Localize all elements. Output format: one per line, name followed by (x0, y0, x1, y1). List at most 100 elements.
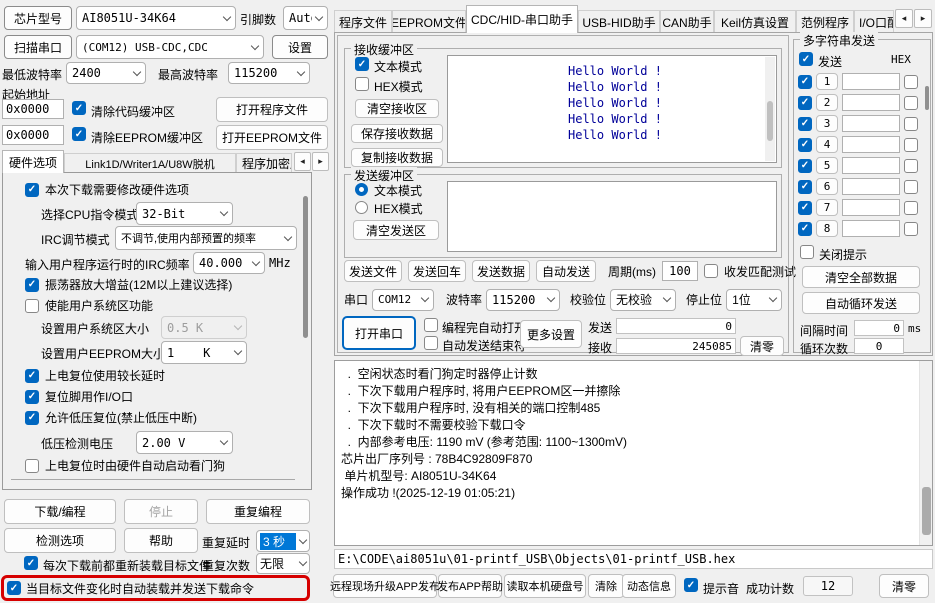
send-text-mode-radio[interactable] (355, 183, 368, 196)
baud-select[interactable]: 115200 (486, 289, 560, 311)
long-delay-checkbox[interactable]: ✓ (25, 369, 39, 383)
receive-scrollbar-thumb[interactable] (767, 101, 773, 141)
tab-scroll-left-button[interactable]: ◂ (294, 152, 311, 171)
clear-eeprom-buffer-checkbox[interactable]: ✓ (72, 127, 86, 141)
open-program-file-button[interactable]: 打开程序文件 (216, 97, 328, 122)
chip-model-select[interactable]: AI8051U-34K64 (76, 6, 236, 30)
period-value[interactable] (666, 264, 694, 278)
reload-before-download-checkbox[interactable]: ✓ (24, 556, 38, 570)
serial-port-select[interactable]: (COM12) USB-CDC,CDC (76, 35, 264, 59)
multisend-send-all-checkbox[interactable]: ✓ (799, 52, 813, 66)
code-start-address-input[interactable] (2, 99, 64, 119)
chip-model-button[interactable]: 芯片型号 (4, 6, 72, 30)
multisend-number-button[interactable]: 2 (816, 94, 838, 111)
receive-buffer-textarea[interactable]: Hello World ! Hello World ! Hello World … (447, 55, 777, 163)
pin-count-select[interactable]: Auto (283, 6, 328, 30)
reset-success-count-button[interactable]: 清零 (879, 574, 929, 598)
eeprom-size-select[interactable]: 1 K (161, 341, 247, 364)
send-enter-button[interactable]: 发送回车 (408, 260, 466, 282)
multisend-input[interactable] (842, 94, 900, 111)
clear-code-buffer-checkbox[interactable]: ✓ (72, 101, 86, 115)
osc-gain-checkbox[interactable]: ✓ (25, 278, 39, 292)
multisend-input[interactable] (842, 199, 900, 216)
clear-button[interactable]: 清除 (588, 574, 624, 598)
loop-count-field[interactable]: 0 (854, 338, 904, 354)
eeprom-start-address-input[interactable] (2, 125, 64, 145)
multisend-number-button[interactable]: 4 (816, 136, 838, 153)
com-port-select[interactable]: COM12 (372, 289, 434, 311)
tab-program-encrypt[interactable]: 程序加密后 (236, 153, 292, 173)
max-baud-select[interactable]: 115200 (228, 62, 310, 84)
multisend-input[interactable] (842, 178, 900, 195)
log-scrollbar-thumb[interactable] (922, 487, 931, 535)
multisend-number-button[interactable]: 1 (816, 73, 838, 90)
multisend-number-button[interactable]: 5 (816, 157, 838, 174)
irc-freq-select[interactable]: 40.000 (193, 252, 265, 274)
period-input[interactable] (662, 261, 698, 281)
multisend-number-button[interactable]: 8 (816, 220, 838, 237)
tab-usb-hid[interactable]: USB-HID助手 (578, 10, 660, 33)
tab-io-config[interactable]: I/O口配置 (854, 10, 894, 33)
repeat-count-select[interactable]: 无限 (256, 553, 310, 574)
multisend-input[interactable] (842, 73, 900, 90)
auto-send-button[interactable]: 自动发送 (536, 260, 596, 282)
user-sys-area-checkbox[interactable] (25, 299, 39, 313)
multisend-hex-checkbox[interactable] (904, 180, 918, 194)
multisend-enable-checkbox[interactable]: ✓ (798, 117, 812, 131)
clear-all-data-button[interactable]: 清空全部数据 (802, 266, 920, 288)
auto-open-after-program-checkbox[interactable] (424, 318, 438, 332)
cpu-mode-select[interactable]: 32-Bit (136, 202, 233, 225)
open-eeprom-file-button[interactable]: 打开EEPROM文件 (216, 125, 328, 150)
reset-as-io-checkbox[interactable]: ✓ (25, 390, 39, 404)
hex-file-path-input[interactable] (334, 549, 933, 569)
tab-hardware-options[interactable]: 硬件选项 (2, 150, 64, 173)
send-file-button[interactable]: 发送文件 (344, 260, 402, 282)
multisend-hex-checkbox[interactable] (904, 201, 918, 215)
auto-download-on-change-checkbox[interactable]: ✓ (7, 581, 21, 595)
open-serial-button[interactable]: 打开串口 (342, 316, 416, 350)
lvr-checkbox[interactable]: ✓ (25, 411, 39, 425)
tab-scroll-right-button[interactable]: ▸ (312, 152, 329, 171)
multisend-scrollbar[interactable] (925, 68, 929, 238)
multisend-value[interactable] (846, 201, 896, 215)
multisend-enable-checkbox[interactable]: ✓ (798, 138, 812, 152)
multisend-scrollbar-thumb[interactable] (925, 86, 929, 110)
tab-program-file[interactable]: 程序文件 (334, 10, 392, 33)
multisend-value[interactable] (846, 96, 896, 110)
clear-receive-button[interactable]: 清空接收区 (355, 99, 439, 118)
multisend-hex-checkbox[interactable] (904, 96, 918, 110)
multisend-enable-checkbox[interactable]: ✓ (798, 159, 812, 173)
multisend-value[interactable] (846, 138, 896, 152)
clear-send-button[interactable]: 清空发送区 (353, 220, 439, 240)
log-scrollbar[interactable] (919, 361, 932, 545)
options-scrollbar[interactable] (303, 176, 308, 486)
tab-examples[interactable]: 范例程序 (796, 10, 854, 33)
more-settings-button[interactable]: 更多设置 (520, 320, 582, 348)
code-start-address-value[interactable] (6, 102, 60, 116)
multisend-enable-checkbox[interactable]: ✓ (798, 222, 812, 236)
main-tab-scroll-left-button[interactable]: ◂ (895, 9, 913, 28)
beep-checkbox[interactable]: ✓ (684, 578, 698, 592)
irc-mode-select[interactable]: 不调节,使用内部预置的频率 (115, 226, 297, 250)
check-options-button[interactable]: 检测选项 (4, 528, 116, 553)
multisend-enable-checkbox[interactable]: ✓ (798, 180, 812, 194)
sys-size-select[interactable]: 0.5 K (161, 316, 247, 339)
tab-keil-sim[interactable]: Keil仿真设置 (714, 10, 796, 33)
clear-counts-button[interactable]: 清零 (740, 336, 784, 356)
multisend-number-button[interactable]: 7 (816, 199, 838, 216)
download-button[interactable]: 下载/编程 (4, 499, 116, 524)
tab-cdc-hid-serial[interactable]: CDC/HID-串口助手 (466, 5, 578, 33)
help-button[interactable]: 帮助 (124, 528, 198, 553)
multisend-enable-checkbox[interactable]: ✓ (798, 96, 812, 110)
receive-scrollbar[interactable] (765, 57, 775, 161)
scan-port-button[interactable]: 扫描串口 (4, 35, 72, 59)
multisend-number-button[interactable]: 6 (816, 178, 838, 195)
eeprom-start-address-value[interactable] (6, 128, 60, 142)
multisend-hex-checkbox[interactable] (904, 138, 918, 152)
send-data-button[interactable]: 发送数据 (472, 260, 530, 282)
multisend-input[interactable] (842, 220, 900, 237)
multisend-input[interactable] (842, 115, 900, 132)
main-tab-scroll-right-button[interactable]: ▸ (914, 9, 932, 28)
save-receive-button[interactable]: 保存接收数据 (351, 124, 443, 143)
min-baud-select[interactable]: 2400 (66, 62, 146, 84)
